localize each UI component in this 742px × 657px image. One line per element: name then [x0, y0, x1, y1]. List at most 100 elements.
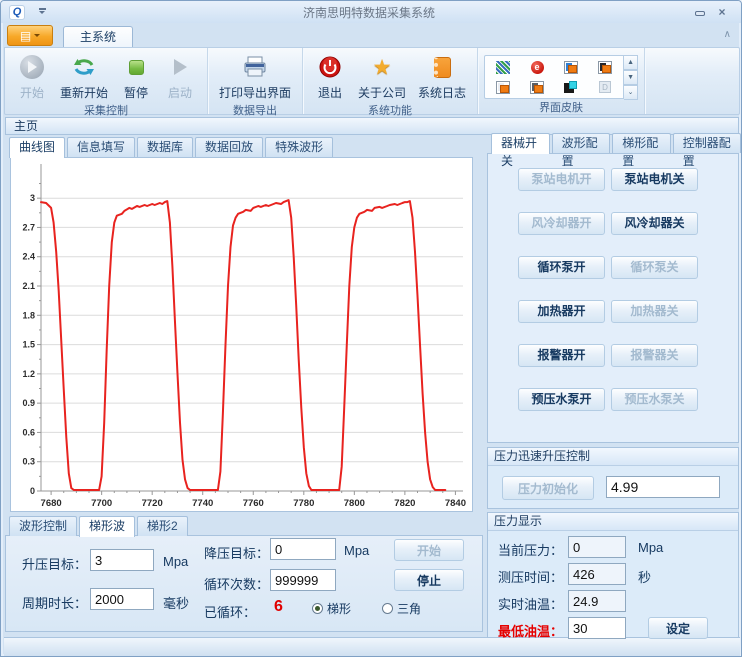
- tab-special-waveform[interactable]: 特殊波形: [265, 137, 333, 157]
- svg-text:7680: 7680: [41, 498, 62, 509]
- application-menu-button[interactable]: ▤: [7, 25, 53, 46]
- fall-target-input[interactable]: [270, 538, 336, 560]
- cycle-count-input[interactable]: [270, 569, 336, 591]
- play-circle-icon: [20, 54, 44, 80]
- launch-button[interactable]: 启动: [159, 53, 201, 102]
- about-company-button[interactable]: ★ 关于公司: [353, 53, 411, 102]
- radio-trapezoid[interactable]: 梯形: [312, 600, 351, 617]
- radio-trapezoid-icon: [312, 603, 323, 614]
- svg-text:1.2: 1.2: [22, 369, 35, 379]
- red-sphere-skin-icon[interactable]: e: [531, 61, 544, 74]
- svg-text:3: 3: [30, 193, 35, 203]
- title-bar: Q 济南思明特数据采集系统 ×: [1, 1, 741, 23]
- print-export-button[interactable]: 打印导出界面: [214, 53, 296, 102]
- ribbon-group-acquisition: 开始 重新开始 暂停: [5, 48, 208, 114]
- prepressure-pump-off-button[interactable]: 预压水泵关: [611, 388, 698, 411]
- start-button[interactable]: 开始: [11, 53, 53, 102]
- svg-text:7700: 7700: [91, 498, 112, 509]
- green-square-icon: [129, 54, 144, 80]
- refresh-icon: [71, 54, 97, 80]
- tab-trapezoid-2[interactable]: 梯形2: [137, 516, 188, 536]
- play-icon: [166, 54, 195, 80]
- measure-time-label: 测压时间：: [498, 567, 563, 586]
- blue-cube-skin-icon[interactable]: [564, 61, 578, 74]
- svg-text:2.1: 2.1: [22, 281, 35, 291]
- close-button[interactable]: ×: [711, 5, 733, 19]
- air-cooler-on-button[interactable]: 风冷却器开: [518, 212, 605, 235]
- pump-station-off-button[interactable]: 泵站电机关: [611, 168, 698, 191]
- circulation-pump-on-button[interactable]: 循环泵开: [518, 256, 605, 279]
- wave-stop-button[interactable]: 停止: [394, 569, 464, 591]
- collapse-ribbon-icon[interactable]: ∧: [724, 29, 731, 40]
- tab-database[interactable]: 数据库: [137, 137, 193, 157]
- app-logo-icon: Q: [9, 5, 25, 20]
- pressure-display-group: 压力显示 当前压力： Mpa 测压时间： 秒 实时油温： 最低油温： 设定: [487, 512, 739, 638]
- ribbon-group-skins: e D ▲ ▼ ⌄ 界面皮肤: [478, 48, 645, 114]
- rise-target-label: 升压目标：: [22, 554, 87, 573]
- tab-controller-config[interactable]: 控制器配置: [673, 133, 741, 153]
- status-bar: [4, 637, 740, 656]
- gallery-up-icon[interactable]: ▲: [624, 55, 638, 70]
- stripes-skin-icon[interactable]: [496, 61, 510, 74]
- period-input[interactable]: [90, 588, 154, 610]
- tab-trapezoid-wave[interactable]: 梯形波: [79, 516, 135, 537]
- fall-target-label: 降压目标：: [204, 543, 269, 562]
- alarm-off-button[interactable]: 报警器关: [611, 344, 698, 367]
- device-switch-panel: 泵站电机开 泵站电机关 风冷却器开 风冷却器关 循环泵开 循环泵关 加热器开 加…: [487, 153, 739, 443]
- tab-data-replay[interactable]: 数据回放: [195, 137, 263, 157]
- ribbon-tab-row: ▤ 主系统 ∧: [1, 23, 741, 47]
- svg-text:7740: 7740: [192, 498, 213, 509]
- minimize-button[interactable]: [689, 5, 711, 19]
- set-button[interactable]: 设定: [648, 617, 708, 639]
- group-label-skins: 界面皮肤: [478, 99, 644, 115]
- current-pressure-label: 当前压力：: [498, 540, 563, 559]
- left-tabstrip: 曲线图 信息填写 数据库 数据回放 特殊波形: [9, 137, 333, 157]
- min-oil-temp-input[interactable]: [568, 617, 626, 639]
- svg-text:7720: 7720: [142, 498, 163, 509]
- tab-info-entry[interactable]: 信息填写: [67, 137, 135, 157]
- tab-device-switches[interactable]: 器械开关: [491, 133, 550, 154]
- heater-off-button[interactable]: 加热器关: [611, 300, 698, 323]
- radio-triangle-icon: [382, 603, 393, 614]
- svg-text:2.7: 2.7: [22, 222, 35, 232]
- bottom-tabstrip: 波形控制 梯形波 梯形2: [9, 516, 188, 536]
- svg-text:1.5: 1.5: [22, 340, 35, 350]
- window-title: 济南思明特数据采集系统: [49, 4, 689, 21]
- period-unit: 毫秒: [163, 593, 189, 612]
- ribbon-group-export: 打印导出界面 数据导出: [208, 48, 303, 114]
- light-cube-skin-icon[interactable]: [496, 81, 510, 94]
- current-pressure-value: [568, 536, 626, 558]
- prepressure-pump-on-button[interactable]: 预压水泵开: [518, 388, 605, 411]
- svg-text:7780: 7780: [293, 498, 314, 509]
- wave-start-button[interactable]: 开始: [394, 539, 464, 561]
- star-icon: ★: [373, 54, 392, 80]
- rise-target-input[interactable]: [90, 549, 154, 571]
- squares-skin-icon[interactable]: [564, 81, 578, 94]
- fast-pressure-input[interactable]: [606, 476, 720, 498]
- chart-panel: 00.30.60.91.21.51.82.12.42.7376807700772…: [10, 157, 473, 512]
- pause-button[interactable]: 暂停: [115, 53, 157, 102]
- circulation-pump-off-button[interactable]: 循环泵关: [611, 256, 698, 279]
- system-log-button[interactable]: 系统日志: [413, 53, 471, 102]
- exit-button[interactable]: 退出: [309, 53, 351, 102]
- black-cube-skin-icon[interactable]: [598, 61, 612, 74]
- pump-station-on-button[interactable]: 泵站电机开: [518, 168, 605, 191]
- heater-on-button[interactable]: 加热器开: [518, 300, 605, 323]
- tab-main-system[interactable]: 主系统: [63, 26, 133, 47]
- radio-triangle[interactable]: 三角: [382, 600, 421, 617]
- pressure-init-button[interactable]: 压力初始化: [502, 476, 594, 500]
- restart-button[interactable]: 重新开始: [55, 53, 113, 102]
- alarm-on-button[interactable]: 报警器开: [518, 344, 605, 367]
- tab-waveform-control[interactable]: 波形控制: [9, 516, 77, 536]
- dark-cube-skin-icon[interactable]: [530, 81, 544, 94]
- tab-curve-chart[interactable]: 曲线图: [9, 137, 65, 158]
- tab-trapezoid-config[interactable]: 梯形配置: [612, 133, 671, 153]
- air-cooler-off-button[interactable]: 风冷却器关: [611, 212, 698, 235]
- right-tabstrip: 器械开关 波形配置 梯形配置 控制器配置: [491, 133, 741, 153]
- quick-access-dropdown-icon[interactable]: [35, 8, 49, 17]
- power-icon: [318, 54, 342, 80]
- tab-waveform-config[interactable]: 波形配置: [552, 133, 611, 153]
- gallery-more-icon[interactable]: ⌄: [624, 85, 638, 100]
- app-window: Q 济南思明特数据采集系统 × ▤ 主系统 ∧ 开始: [0, 0, 742, 657]
- gallery-down-icon[interactable]: ▼: [624, 70, 638, 85]
